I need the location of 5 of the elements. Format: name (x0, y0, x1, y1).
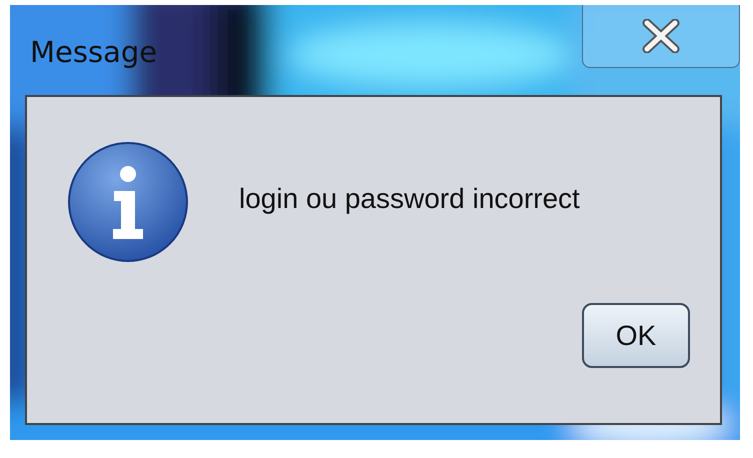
info-icon (67, 141, 189, 263)
ok-button[interactable]: OK (582, 303, 690, 368)
close-icon (641, 19, 681, 53)
close-button[interactable] (582, 5, 740, 68)
message-text: login ou password incorrect (239, 183, 580, 215)
